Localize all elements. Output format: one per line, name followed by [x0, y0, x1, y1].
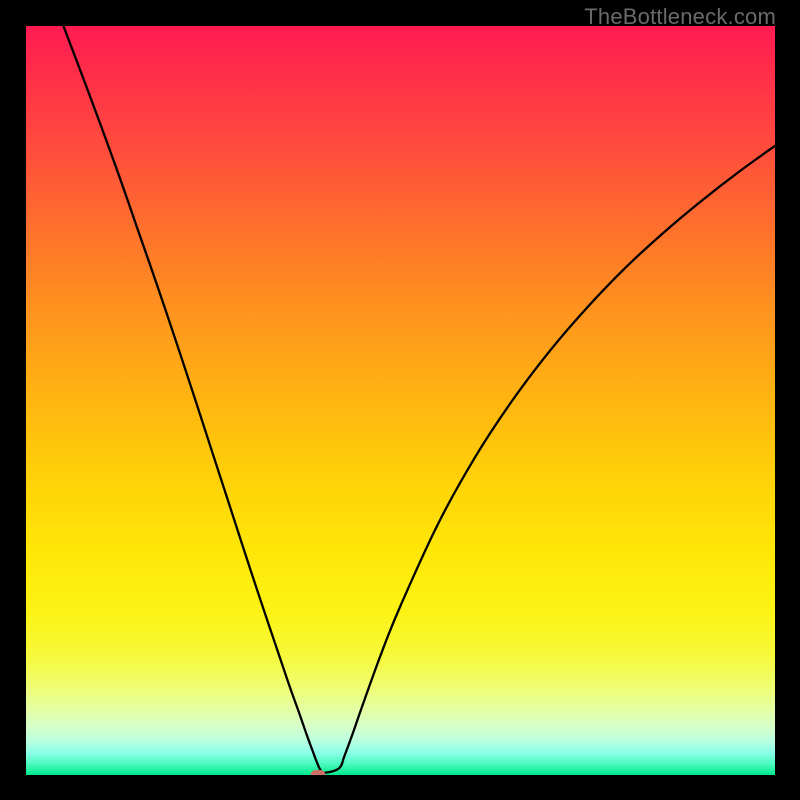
- minimum-marker: [311, 770, 326, 775]
- bottleneck-curve: [63, 26, 775, 773]
- chart-container: TheBottleneck.com: [0, 0, 800, 800]
- plot-area: [26, 26, 775, 775]
- curve-svg: [26, 26, 775, 775]
- watermark-text: TheBottleneck.com: [584, 4, 776, 30]
